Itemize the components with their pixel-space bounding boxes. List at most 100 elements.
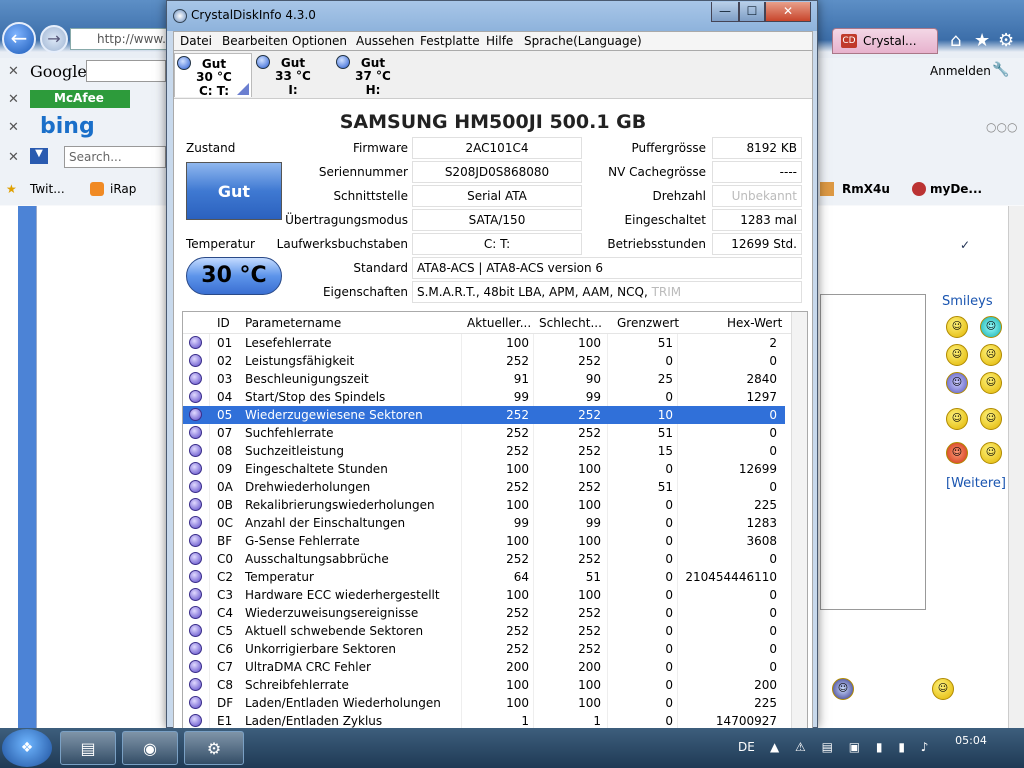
attr-current: 252 — [506, 624, 529, 638]
attr-name: Drehwiederholungen — [245, 480, 371, 494]
smiley-wink-icon[interactable]: ☺ — [946, 344, 968, 366]
message-textarea[interactable] — [820, 294, 926, 610]
menu-hilfe[interactable]: Hilfe — [486, 34, 513, 48]
menu-aussehen[interactable]: Aussehen — [356, 34, 414, 48]
close-icon[interactable]: ✕ — [8, 150, 19, 165]
maximize-button[interactable]: ☐ — [739, 2, 765, 22]
table-row[interactable]: C7 UltraDMA CRC Fehler 200 200 0 0 — [183, 658, 785, 676]
attr-hex: 0 — [769, 552, 777, 566]
title-bar[interactable]: CrystalDiskInfo 4.3.0 — ☐ ✕ — [167, 1, 817, 31]
table-row[interactable]: 09 Eingeschaltete Stunden 100 100 0 12699 — [183, 460, 785, 478]
close-icon[interactable]: ✕ — [8, 92, 19, 107]
table-row[interactable]: C0 Ausschaltungsabbrüche 252 252 0 0 — [183, 550, 785, 568]
health-status-button[interactable]: Gut — [186, 162, 282, 220]
fav-item-twitter[interactable]: Twit... — [30, 182, 65, 196]
menu-festplatte[interactable]: Festplatte — [420, 34, 480, 48]
col-threshold[interactable]: Grenzwert — [617, 316, 679, 330]
settings-gear-icon[interactable]: ⚙ — [998, 30, 1014, 51]
attr-current: 100 — [506, 696, 529, 710]
table-row[interactable]: 08 Suchzeitleistung 252 252 15 0 — [183, 442, 785, 460]
table-row[interactable]: C3 Hardware ECC wiederhergestellt 100 100 0 0 — [183, 586, 785, 604]
clock[interactable]: 05:04 — [948, 734, 994, 747]
fav-item-mydeals[interactable]: myDe... — [930, 182, 982, 196]
smiley-cool-icon[interactable]: ☺ — [946, 372, 968, 394]
minimize-button[interactable]: — — [711, 2, 739, 22]
smiley-angry-icon[interactable]: ☺ — [946, 442, 968, 464]
favorites-star-icon[interactable]: ★ — [974, 30, 990, 51]
forward-button[interactable]: → — [40, 25, 68, 53]
search-provider-icon[interactable]: ▼ — [30, 148, 48, 164]
taskbar-crystaldiskinfo-icon[interactable]: ⚙ — [184, 731, 244, 765]
table-row[interactable]: C2 Temperatur 64 51 0 210454446110 — [183, 568, 785, 586]
menu-optionen[interactable]: Optionen — [292, 34, 347, 48]
temperature-button[interactable]: 30 °C — [186, 257, 282, 295]
signin-link[interactable]: Anmelden — [930, 64, 991, 78]
menu-datei[interactable]: Datei — [180, 34, 212, 48]
col-current[interactable]: Aktueller... — [467, 316, 531, 330]
close-button[interactable]: ✕ — [765, 2, 811, 22]
smiley-confused-icon[interactable]: ☺ — [980, 372, 1002, 394]
table-row[interactable]: 07 Suchfehlerrate 252 252 51 0 — [183, 424, 785, 442]
close-icon[interactable]: ✕ — [8, 64, 19, 79]
table-row[interactable]: 03 Beschleunigungszeit 91 90 25 2840 — [183, 370, 785, 388]
google-search-input[interactable] — [86, 60, 166, 82]
taskbar-media-icon[interactable]: ◉ — [122, 731, 178, 765]
address-bar[interactable]: http://www.c — [70, 28, 173, 50]
table-row[interactable]: 02 Leistungsfähigkeit 252 252 0 0 — [183, 352, 785, 370]
mcafee-toolbar: ✕ McAfee — [0, 86, 166, 114]
table-row[interactable]: C6 Unkorrigierbare Sektoren 252 252 0 0 — [183, 640, 785, 658]
smiley-icon[interactable]: ☺ — [932, 678, 954, 700]
spellcheck-icon[interactable]: ✓ — [960, 238, 970, 252]
disk-tab-1[interactable]: Gut 30 °C C: T: — [174, 53, 252, 98]
search-input[interactable]: Search... — [64, 146, 166, 168]
smiley-grin-icon[interactable]: ☺ — [980, 316, 1002, 338]
more-smileys-link[interactable]: [Weitere] — [946, 476, 1006, 491]
table-row[interactable]: 04 Start/Stop des Spindels 99 99 0 1297 — [183, 388, 785, 406]
wrench-icon[interactable]: 🔧 — [992, 62, 1009, 78]
table-row[interactable]: C5 Aktuell schwebende Sektoren 252 252 0 0 — [183, 622, 785, 640]
mcafee-button[interactable]: McAfee — [30, 90, 130, 108]
col-name[interactable]: Parametername — [245, 316, 341, 330]
tab-crystal[interactable]: CD Crystal... — [832, 28, 938, 54]
smiley-surprised-icon[interactable]: ☺ — [980, 442, 1002, 464]
language-indicator[interactable]: DE — [738, 740, 755, 754]
attr-name: Ausschaltungsabbrüche — [245, 552, 389, 566]
fav-item-irap[interactable]: iRap — [110, 182, 136, 196]
table-row[interactable]: C4 Wiederzuweisungsereignisse 252 252 0 0 — [183, 604, 785, 622]
smiley-happy-icon[interactable]: ☺ — [946, 408, 968, 430]
smiley-sad-icon[interactable]: ☹ — [980, 344, 1002, 366]
disk-tab-3[interactable]: Gut 37 °C H: — [334, 53, 412, 97]
features-text: S.M.A.R.T., 48bit LBA, APM, AAM, NCQ, — [417, 285, 652, 299]
back-button[interactable]: ← — [2, 22, 36, 56]
search-toolbar: ✕ ▼ Search... — [0, 144, 166, 172]
disk-tab-2[interactable]: Gut 33 °C I: — [254, 53, 332, 97]
table-row[interactable]: BF G-Sense Fehlerrate 100 100 0 3608 — [183, 532, 785, 550]
smiley-glasses-icon[interactable]: ☺ — [980, 408, 1002, 430]
table-row[interactable]: C8 Schreibfehlerrate 100 100 0 200 — [183, 676, 785, 694]
table-scrollbar[interactable] — [791, 312, 807, 728]
more-icon[interactable]: ○○○ — [986, 120, 1017, 134]
start-button[interactable]: ❖ — [2, 729, 52, 767]
smiley-sunglasses-icon[interactable]: ☺ — [832, 678, 854, 700]
close-icon[interactable]: ✕ — [8, 120, 19, 135]
table-row[interactable]: 01 Lesefehlerrate 100 100 51 2 — [183, 334, 785, 352]
table-row[interactable]: 05 Wiederzugewiesene Sektoren 252 252 10 0 — [183, 406, 785, 424]
col-worst[interactable]: Schlecht... — [539, 316, 602, 330]
system-tray-icons[interactable]: ▲ ⚠ ▤ ▣ ▮ ▮ ♪ — [770, 740, 934, 754]
home-icon[interactable]: ⌂ — [950, 30, 961, 51]
menu-bearbeiten[interactable]: Bearbeiten — [222, 34, 288, 48]
col-id[interactable]: ID — [217, 316, 230, 330]
table-row[interactable]: 0A Drehwiederholungen 252 252 51 0 — [183, 478, 785, 496]
taskbar-explorer-icon[interactable]: ▤ — [60, 731, 116, 765]
table-row[interactable]: 0C Anzahl der Einschaltungen 99 99 0 1283 — [183, 514, 785, 532]
table-row[interactable]: DF Laden/Entladen Wiederholungen 100 100 0 22… — [183, 694, 785, 712]
favorites-star-icon[interactable]: ★ — [6, 182, 17, 196]
table-row[interactable]: 0B Rekalibrierungswiederholungen 100 100 0 22… — [183, 496, 785, 514]
page-scrollbar[interactable] — [1008, 206, 1024, 728]
col-hex[interactable]: Hex-Wert — [727, 316, 782, 330]
fav-item-rmx4u[interactable]: RmX4u — [842, 182, 890, 196]
table-row[interactable]: E1 Laden/Entladen Zyklus 1 1 0 14700927 — [183, 712, 785, 728]
menu-sprache[interactable]: Sprache(Language) — [524, 34, 642, 48]
smiley-icon[interactable]: ☺ — [946, 316, 968, 338]
attr-name: Laden/Entladen Zyklus — [245, 714, 383, 728]
